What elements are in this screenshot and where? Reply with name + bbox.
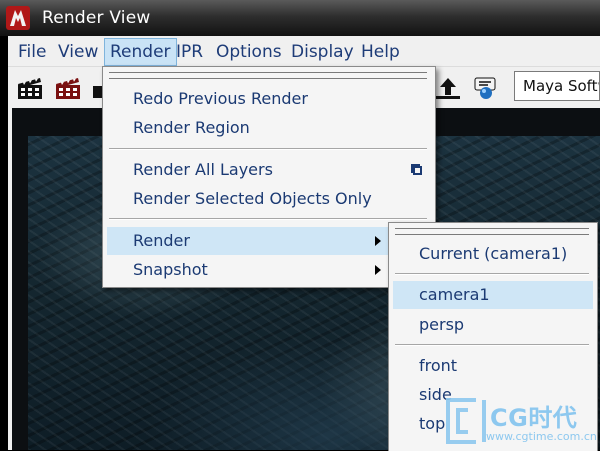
menu-item-render-selected-objects[interactable]: Render Selected Objects Only: [133, 185, 372, 213]
clapperboard-icon[interactable]: [16, 76, 44, 100]
menu-help[interactable]: Help: [361, 38, 400, 66]
menu-item-render-submenu[interactable]: Render: [107, 227, 415, 255]
menu-item-snapshot[interactable]: Snapshot: [133, 256, 208, 284]
renderer-dropdown-value: Maya Softw: [523, 77, 599, 95]
menu-item-camera1[interactable]: camera1: [393, 281, 593, 309]
tear-off-handle[interactable]: [109, 72, 427, 79]
menu-item-front[interactable]: front: [419, 352, 457, 380]
menu-separator: [395, 273, 589, 275]
menu-separator: [109, 148, 427, 150]
menu-bar: File View Render IPR Options Display Hel…: [8, 38, 600, 66]
menu-item-render-region[interactable]: Render Region: [133, 114, 250, 142]
submenu-arrow-icon: [375, 236, 381, 246]
menu-ipr[interactable]: IPR: [176, 38, 203, 66]
menu-item-render-all-layers[interactable]: Render All Layers: [133, 156, 273, 184]
export-icon[interactable]: [434, 76, 462, 100]
option-box-icon[interactable]: [411, 164, 422, 175]
menu-display[interactable]: Display: [291, 38, 354, 66]
tear-off-handle[interactable]: [395, 228, 589, 235]
watermark-url: www.cgtime.com.cn: [486, 430, 597, 443]
render-menu: Redo Previous Render Render Region Rende…: [102, 66, 436, 288]
menu-separator: [109, 218, 427, 220]
renderer-dropdown[interactable]: Maya Softw: [514, 71, 600, 101]
menu-item-redo-previous-render[interactable]: Redo Previous Render: [133, 85, 308, 113]
menu-file[interactable]: File: [18, 38, 46, 66]
clapperboard-region-icon[interactable]: [54, 76, 82, 100]
maya-app-icon: [6, 6, 30, 30]
window-title: Render View: [42, 8, 151, 28]
watermark-brand: CG时代: [490, 404, 578, 432]
submenu-arrow-icon: [375, 265, 381, 275]
render-globals-icon[interactable]: [472, 76, 500, 100]
menu-options[interactable]: Options: [216, 38, 282, 66]
window-title-bar[interactable]: Render View: [0, 0, 600, 36]
menu-render[interactable]: Render: [104, 38, 177, 66]
menu-view[interactable]: View: [58, 38, 98, 66]
menu-item-persp[interactable]: persp: [419, 311, 464, 339]
menu-item-current-camera[interactable]: Current (camera1): [419, 240, 567, 268]
menu-separator: [395, 344, 589, 346]
